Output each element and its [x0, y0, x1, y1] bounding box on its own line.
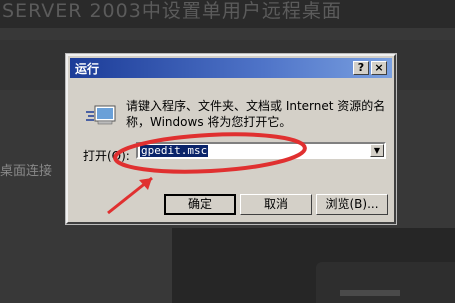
help-button[interactable]: ?: [353, 61, 369, 75]
cancel-button[interactable]: 取消: [240, 194, 312, 215]
run-dialog: 运行 ? × 请键入程序、文件夹、文档或 Internet 资源的名称，Wind…: [66, 54, 396, 224]
dialog-description: 请键入程序、文件夹、文档或 Internet 资源的名称，Windows 将为您…: [126, 99, 386, 129]
run-dialog-icon: [86, 105, 116, 125]
ok-button[interactable]: 确定: [164, 194, 236, 215]
open-label: 打开(O):: [83, 149, 130, 163]
background-card-text: [340, 290, 400, 296]
dialog-title: 运行: [75, 62, 100, 76]
open-input-value: gpedit.msc: [140, 144, 209, 157]
close-button[interactable]: ×: [371, 61, 387, 75]
title-bar[interactable]: 运行 ? ×: [70, 58, 392, 78]
chevron-down-icon[interactable]: ▼: [370, 144, 384, 157]
background-side-text: 桌面连接: [0, 164, 53, 179]
open-input[interactable]: gpedit.msc ▼: [136, 142, 386, 159]
background-page-title: SERVER 2003中设置单用户远程桌面: [0, 0, 455, 28]
background-card: [316, 262, 455, 303]
browse-button[interactable]: 浏览(B)...: [316, 194, 388, 215]
